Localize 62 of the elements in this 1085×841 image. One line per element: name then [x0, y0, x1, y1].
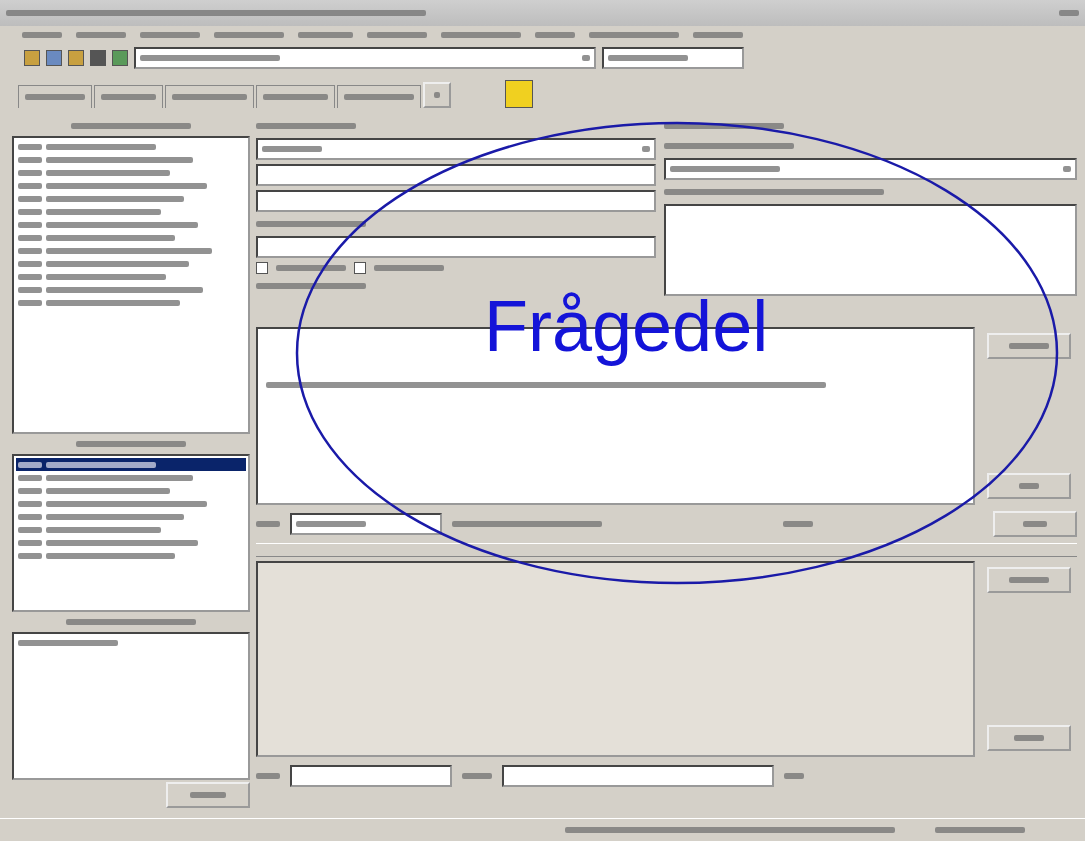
blurred-text-drawing	[262, 146, 322, 152]
list-item[interactable]	[16, 458, 246, 471]
blurred-text-drawing	[1063, 166, 1071, 172]
blurred-text-drawing	[76, 32, 126, 38]
blurred-text-drawing	[298, 32, 353, 38]
tab[interactable]	[94, 85, 163, 108]
blurred-text-drawing	[140, 32, 200, 38]
input-field[interactable]	[256, 236, 656, 258]
blurred-text-drawing	[101, 94, 156, 100]
blurred-text-drawing	[784, 773, 804, 779]
toolbar-icon[interactable]	[24, 50, 40, 66]
side-button[interactable]	[987, 333, 1071, 359]
blurred-text-drawing	[296, 521, 366, 527]
toolbar-icon[interactable]	[46, 50, 62, 66]
input-field[interactable]	[502, 765, 774, 787]
combo-box[interactable]	[134, 47, 596, 69]
blurred-text-drawing	[344, 94, 414, 100]
toolbar-icon[interactable]	[505, 80, 533, 108]
action-button[interactable]	[993, 511, 1077, 537]
tab[interactable]	[18, 85, 92, 108]
blurred-text-drawing	[22, 32, 62, 38]
blurred-text-drawing	[1014, 735, 1044, 741]
toolbar-icon[interactable]	[68, 50, 84, 66]
blurred-text-drawing	[263, 94, 328, 100]
tab[interactable]	[337, 85, 421, 108]
blurred-text-drawing	[1009, 577, 1049, 583]
combo-box[interactable]	[664, 158, 1077, 180]
text-area[interactable]	[12, 632, 250, 780]
splitter-bar[interactable]	[256, 543, 1077, 557]
blurred-text-drawing	[434, 92, 440, 98]
input-field[interactable]	[290, 765, 452, 787]
blurred-text-drawing	[25, 94, 85, 100]
blurred-text-drawing	[214, 32, 284, 38]
blurred-text-drawing	[783, 521, 813, 527]
checkbox[interactable]	[354, 262, 366, 274]
input-field[interactable]	[602, 47, 744, 69]
blurred-text-drawing	[256, 521, 280, 527]
combo-box[interactable]	[256, 138, 656, 160]
blurred-text-drawing	[642, 146, 650, 152]
blurred-text-drawing	[535, 32, 575, 38]
input-field[interactable]	[290, 513, 442, 535]
side-button[interactable]	[987, 473, 1071, 499]
blurred-text-drawing	[276, 265, 346, 271]
blurred-text-drawing	[190, 792, 226, 798]
tab[interactable]	[256, 85, 335, 108]
blurred-text-drawing	[367, 32, 427, 38]
blurred-text-drawing	[693, 32, 743, 38]
blurred-text-drawing	[256, 773, 280, 779]
action-button[interactable]	[166, 782, 250, 808]
input-field[interactable]	[256, 190, 656, 212]
blurred-text-drawing	[462, 773, 492, 779]
input-field[interactable]	[256, 164, 656, 186]
checkbox[interactable]	[256, 262, 268, 274]
tab[interactable]	[165, 85, 254, 108]
blurred-text-drawing	[374, 265, 444, 271]
toolbar-icon[interactable]	[112, 50, 128, 66]
small-button[interactable]	[423, 82, 451, 108]
blurred-text-drawing	[1023, 521, 1047, 527]
blurred-text-drawing	[1059, 10, 1079, 16]
blurred-text-drawing	[1009, 343, 1049, 349]
blurred-text-drawing	[1019, 483, 1039, 489]
blurred-text-drawing	[582, 55, 590, 61]
